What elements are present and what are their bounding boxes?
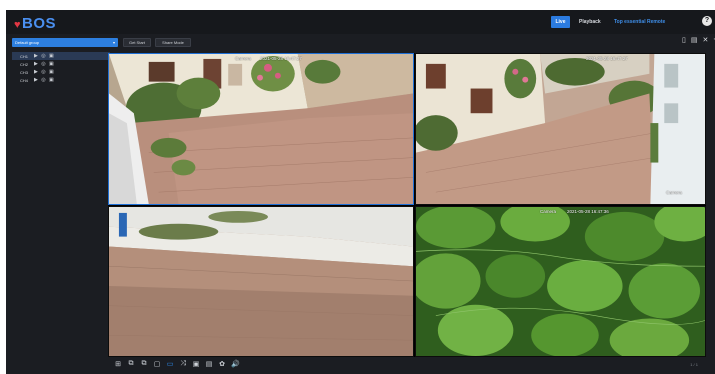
camera-timestamp: 2021-05-28 16:47:27	[586, 56, 628, 61]
chevron-down-icon: ▾	[112, 40, 115, 45]
control-bar: Default group ▾ Get Start Share Mode ▯ ▤…	[6, 36, 715, 52]
channel-row[interactable]: CH4 ▶ ◎ ▣	[12, 76, 110, 84]
camera-name-label: Camera	[666, 190, 683, 195]
channel-action-icons[interactable]: ▶ ◎ ▣	[34, 53, 55, 59]
page-indicator: 1 / 1	[690, 362, 698, 367]
tab-playback[interactable]: Playback	[579, 19, 601, 25]
top-bar: ♥BOS Live Playback Top essential Remote …	[6, 10, 715, 34]
camera-feed-4	[416, 207, 705, 356]
tab-live[interactable]: Live	[551, 16, 570, 28]
camera-timestamp: 2021-05-28 16:47:36	[567, 209, 609, 214]
channel-label: CH1	[20, 53, 29, 59]
channel-action-icons[interactable]: ▶ ◎ ▣	[34, 61, 55, 67]
snapshot-icon[interactable]: ▯	[682, 36, 686, 44]
record-icon[interactable]: ▤	[691, 36, 698, 44]
logo: ♥BOS	[14, 15, 56, 32]
group-select[interactable]: Default group ▾	[12, 38, 118, 47]
start-button[interactable]: Get Start	[123, 38, 151, 47]
camera-timestamp: 2021-05-28 16:47:27	[260, 56, 302, 61]
ptz-icon[interactable]: ✿	[218, 360, 226, 368]
video-tile-2[interactable]: 2021-05-28 16:47:27 Camera	[415, 53, 706, 205]
group-select-value: Default group	[15, 40, 40, 45]
layout-1-icon[interactable]: ⧉	[127, 360, 135, 368]
app-window: ♥BOS Live Playback Top essential Remote …	[6, 10, 715, 374]
channel-label: CH4	[20, 77, 29, 83]
help-icon[interactable]: ?	[702, 16, 712, 26]
camera-feed-2	[416, 54, 705, 204]
heart-icon: ♥	[14, 19, 22, 31]
layout-4-icon[interactable]: ⧉	[140, 360, 148, 368]
snapshot-all-icon[interactable]: ▣	[192, 360, 200, 368]
layout-9-icon[interactable]: ▢	[153, 360, 161, 368]
camera-feed-3	[109, 207, 413, 356]
bottom-toolbar: ⊞ ⧉ ⧉ ▢ ▭ ⤨ ▣ ▤ ✿ 🔊 1 / 1	[108, 359, 706, 372]
video-tile-1[interactable]: Camera 2021-05-28 16:47:27	[108, 53, 414, 205]
view-tools: ▯ ▤ ✕ ◦	[682, 36, 715, 44]
layout-16-icon[interactable]: ▭	[166, 360, 174, 368]
channel-row[interactable]: CH1 ▶ ◎ ▣	[12, 52, 110, 60]
camera-name-label: Camera	[540, 209, 557, 214]
video-tile-3[interactable]	[108, 206, 414, 357]
channel-label: CH3	[20, 69, 29, 75]
record-all-icon[interactable]: ▤	[205, 360, 213, 368]
audio-icon[interactable]: 🔊	[231, 360, 240, 368]
fullscreen-icon[interactable]: ⤨	[179, 360, 187, 368]
channel-action-icons[interactable]: ▶ ◎ ▣	[34, 69, 55, 75]
video-grid: Camera 2021-05-28 16:47:27 2021-05-28 16…	[108, 53, 706, 357]
channel-list: CH1 ▶ ◎ ▣ CH2 ▶ ◎ ▣ CH3 ▶ ◎ ▣ CH4 ▶ ◎ ▣	[12, 52, 110, 372]
close-all-icon[interactable]: ✕	[702, 36, 708, 44]
share-mode-button[interactable]: Share Mode	[155, 38, 191, 47]
camera-feed-1	[109, 54, 413, 204]
video-tile-4[interactable]: Camera 2021-05-28 16:47:36	[415, 206, 706, 357]
layout-grid-icon[interactable]: ⊞	[114, 360, 122, 368]
channel-row[interactable]: CH3 ▶ ◎ ▣	[12, 68, 110, 76]
camera-name-label: Camera	[235, 56, 252, 61]
logo-text: BOS	[22, 15, 57, 32]
channel-action-icons[interactable]: ▶ ◎ ▣	[34, 77, 55, 83]
channel-label: CH2	[20, 61, 29, 67]
channel-row[interactable]: CH2 ▶ ◎ ▣	[12, 60, 110, 68]
tab-network[interactable]: Top essential Remote	[614, 19, 665, 25]
